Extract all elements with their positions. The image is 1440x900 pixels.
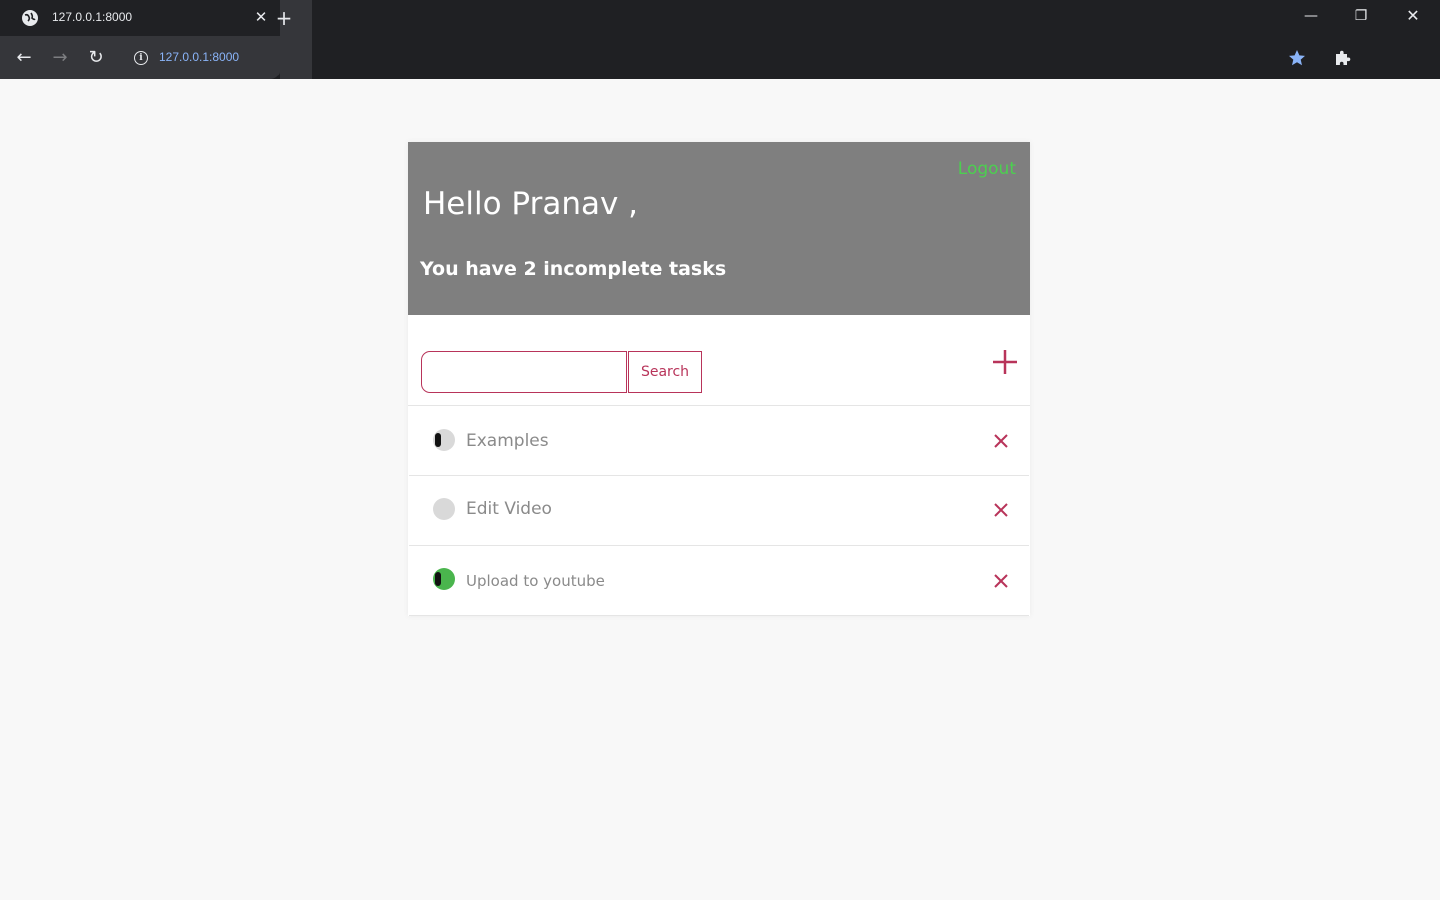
new-tab-icon[interactable]: +	[274, 8, 294, 28]
delete-x-icon[interactable]	[991, 500, 1011, 520]
search-row: Search	[408, 315, 1030, 406]
task-title[interactable]: Upload to youtube	[466, 572, 605, 590]
logout-link[interactable]: Logout	[958, 159, 1016, 179]
toggle-knob	[435, 572, 441, 586]
greeting-heading: Hello Pranav ,	[423, 186, 639, 222]
extensions-puzzle-icon[interactable]	[1333, 48, 1353, 68]
add-task-plus-icon[interactable]	[988, 345, 1022, 379]
bookmark-star-icon[interactable]	[1287, 48, 1307, 68]
restore-icon[interactable]: ❐	[1346, 4, 1376, 28]
delete-x-icon[interactable]	[991, 571, 1011, 591]
circle-icon[interactable]	[433, 498, 455, 520]
delete-x-icon[interactable]	[991, 431, 1011, 451]
task-title[interactable]: Edit Video	[466, 499, 552, 519]
reload-icon[interactable]: ↻	[84, 46, 108, 70]
task-item: Edit Video	[409, 476, 1029, 546]
task-item: Upload to youtube	[409, 546, 1029, 616]
browser-tab[interactable]: 127.0.0.1:8000 ✕	[0, 0, 280, 36]
task-item: Examples	[409, 406, 1029, 476]
tab-close-icon[interactable]: ✕	[252, 8, 270, 26]
back-icon[interactable]: ←	[12, 46, 36, 70]
incomplete-count-text: You have 2 incomplete tasks	[420, 258, 727, 280]
tab-title: 127.0.0.1:8000	[52, 10, 133, 24]
globe-icon	[22, 10, 38, 26]
search-input[interactable]	[421, 351, 627, 393]
toggle-on-icon[interactable]	[433, 568, 455, 590]
task-title[interactable]: Examples	[466, 431, 549, 451]
info-icon[interactable]: i	[134, 51, 148, 65]
toggle-off-icon[interactable]	[433, 429, 455, 451]
card-header: Logout Hello Pranav , You have 2 incompl…	[408, 142, 1030, 315]
minimize-icon[interactable]: —	[1296, 4, 1326, 28]
toggle-knob	[435, 433, 441, 447]
browser-chrome: 127.0.0.1:8000 ✕ + ← → ↻ i 127.0.0.1:800…	[0, 0, 1440, 79]
url-text[interactable]: 127.0.0.1:8000	[159, 50, 239, 64]
address-bar[interactable]: i 127.0.0.1:8000	[120, 40, 280, 76]
window-close-icon[interactable]: ✕	[1398, 4, 1428, 28]
todo-card: Logout Hello Pranav , You have 2 incompl…	[408, 142, 1030, 616]
forward-icon[interactable]: →	[48, 46, 72, 70]
search-button[interactable]: Search	[628, 351, 702, 393]
